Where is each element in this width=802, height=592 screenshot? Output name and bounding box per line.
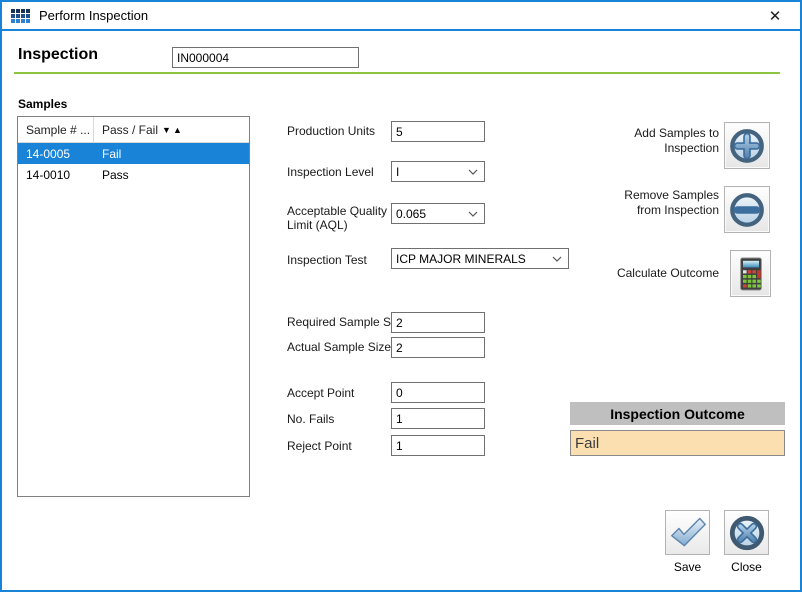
separator-line bbox=[14, 72, 780, 74]
chevron-down-icon bbox=[552, 256, 562, 262]
save-button[interactable] bbox=[665, 510, 710, 555]
remove-samples-button[interactable] bbox=[724, 186, 770, 233]
inspection-level-value: I bbox=[396, 165, 399, 179]
window-title: Perform Inspection bbox=[39, 8, 148, 23]
inspection-test-label: Inspection Test bbox=[287, 253, 367, 267]
accept-point-field[interactable] bbox=[391, 382, 485, 403]
column-header-sample[interactable]: Sample # ... bbox=[18, 117, 94, 142]
sort-desc-icon[interactable]: ▼ bbox=[162, 125, 173, 135]
close-button[interactable] bbox=[724, 510, 769, 555]
add-samples-label: Add Samples to Inspection bbox=[601, 126, 719, 156]
add-samples-button[interactable] bbox=[724, 122, 770, 169]
chevron-down-icon bbox=[468, 211, 478, 217]
sample-result: Fail bbox=[94, 147, 249, 161]
samples-list: Sample # ... Pass / Fail ▼▲ 14-0005 Fail… bbox=[17, 116, 250, 497]
accept-point-label: Accept Point bbox=[287, 386, 354, 400]
column-header-passfail[interactable]: Pass / Fail ▼▲ bbox=[94, 117, 249, 142]
titlebar: Perform Inspection ✕ bbox=[2, 2, 800, 31]
calculator-icon bbox=[735, 255, 767, 293]
sample-result: Pass bbox=[94, 168, 249, 182]
reject-point-field[interactable] bbox=[391, 435, 485, 456]
column-header-passfail-label: Pass / Fail bbox=[102, 123, 158, 137]
perform-inspection-dialog: Perform Inspection ✕ Inspection Samples … bbox=[0, 0, 802, 592]
chevron-down-icon bbox=[468, 169, 478, 175]
sample-row[interactable]: 14-0005 Fail bbox=[18, 143, 249, 164]
inspection-test-select[interactable]: ICP MAJOR MINERALS bbox=[391, 248, 569, 269]
sample-id: 14-0010 bbox=[18, 168, 94, 182]
production-units-label: Production Units bbox=[287, 124, 375, 138]
close-icon[interactable]: ✕ bbox=[764, 6, 786, 28]
actual-sample-size-label: Actual Sample Size bbox=[287, 340, 391, 354]
sort-asc-icon[interactable]: ▲ bbox=[173, 125, 184, 135]
sample-id: 14-0005 bbox=[18, 147, 94, 161]
samples-heading: Samples bbox=[18, 97, 67, 111]
inspection-level-label: Inspection Level bbox=[287, 165, 374, 179]
inspection-outcome-header: Inspection Outcome bbox=[570, 402, 785, 425]
aql-label: Acceptable Quality Limit (AQL) bbox=[287, 204, 392, 232]
inspection-outcome-value: Fail bbox=[570, 430, 785, 456]
close-button-label: Close bbox=[724, 560, 769, 574]
no-fails-label: No. Fails bbox=[287, 412, 334, 426]
minus-circle-icon bbox=[728, 191, 766, 229]
app-icon bbox=[11, 9, 30, 23]
required-sample-size-label: Required Sample Size bbox=[287, 315, 406, 329]
samples-list-header: Sample # ... Pass / Fail ▼▲ bbox=[18, 117, 249, 143]
actual-sample-size-field[interactable] bbox=[391, 337, 485, 358]
inspection-test-value: ICP MAJOR MINERALS bbox=[396, 252, 526, 266]
remove-samples-label: Remove Samples from Inspection bbox=[601, 188, 719, 218]
sample-row[interactable]: 14-0010 Pass bbox=[18, 164, 249, 185]
required-sample-size-field[interactable] bbox=[391, 312, 485, 333]
aql-value: 0.065 bbox=[396, 207, 426, 221]
inspection-heading: Inspection bbox=[18, 46, 98, 64]
calculate-outcome-button[interactable] bbox=[730, 250, 771, 297]
calculate-outcome-label: Calculate Outcome bbox=[577, 266, 719, 281]
save-button-label: Save bbox=[665, 560, 710, 574]
production-units-field[interactable] bbox=[391, 121, 485, 142]
reject-point-label: Reject Point bbox=[287, 439, 352, 453]
checkmark-icon bbox=[669, 516, 707, 550]
inspection-level-select[interactable]: I bbox=[391, 161, 485, 182]
x-circle-icon bbox=[728, 514, 766, 552]
aql-select[interactable]: 0.065 bbox=[391, 203, 485, 224]
plus-circle-icon bbox=[728, 127, 766, 165]
no-fails-field[interactable] bbox=[391, 408, 485, 429]
inspection-number-field[interactable] bbox=[172, 47, 359, 68]
